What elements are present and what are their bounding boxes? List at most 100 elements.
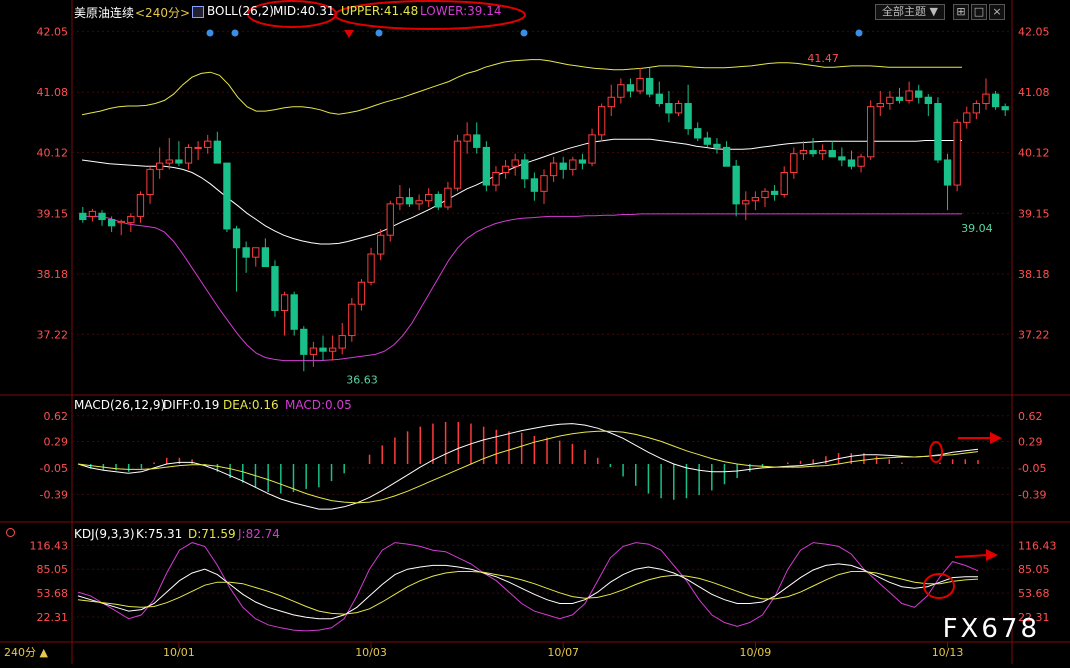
theme-dropdown[interactable]: 全部主题 ▼ [875,4,945,20]
candle-body [549,162,558,177]
candle-body [396,197,404,205]
macd-name: MACD(26,12,9) [74,398,166,412]
candle-body [924,96,933,105]
kdj-d: D:71.59 [188,527,236,541]
kdj-y-tick-left: 22.31 [37,611,69,624]
macd-dea: DEA:0.16 [223,398,279,412]
candle-body [328,347,337,352]
signal-dot [206,29,214,37]
candle-body [713,143,721,148]
candle-body [175,159,183,164]
candle-body [876,103,884,108]
candle-body [828,150,836,158]
x-tick-label: 10/03 [355,646,387,659]
candle-body [780,172,788,195]
price-annotation: 36.63 [346,373,378,386]
lower-value: LOWER:39.14 [420,4,502,18]
candle-body [127,215,135,224]
price-y-tick-right: 41.08 [1018,86,1050,99]
candle-body [357,281,366,305]
candle-body [934,103,942,161]
candle-body [790,153,798,174]
minimize-icon[interactable]: □ [971,4,987,20]
period-selector[interactable]: 240分 ▲ [4,644,48,660]
candle-body [588,134,596,164]
candle-body [242,247,250,258]
kdj-y-tick-right: 116.43 [1018,539,1057,552]
candle-body [473,134,481,148]
candle-body [915,90,923,98]
candle-body [972,103,981,114]
price-y-tick-right: 37.22 [1018,328,1050,341]
price-annotation: 39.04 [961,222,993,235]
candle-body [655,93,663,105]
candle-body [569,159,577,170]
chart-svg[interactable]: 42.05 42.05 41.08 41.08 40.12 40.12 39.15 39.15… [0,0,1070,664]
upper-value: UPPER:41.48 [341,4,419,18]
price-y-tick-left: 42.05 [37,25,69,38]
candle-body [665,103,673,114]
candle-body [107,219,116,227]
signal-marker [344,30,354,38]
price-y-tick-left: 40.12 [37,146,69,159]
candle-body [684,103,692,130]
x-tick-label: 10/07 [547,646,579,659]
kdj-y-tick-right: 85.05 [1018,563,1050,576]
candle-body [88,210,97,217]
candle-body [886,96,894,105]
candle-body [674,103,683,114]
watermark-logo: FX678 [942,614,1040,644]
candle-body [482,146,491,186]
candle-body [530,178,539,192]
candle-body [415,200,423,205]
macd-y-tick-right: 0.62 [1018,410,1043,423]
settings-icon[interactable] [6,528,15,537]
candle-body [501,165,510,174]
price-y-tick-right: 42.05 [1018,25,1050,38]
candle-body [847,159,856,167]
candle-body [857,156,865,167]
candle-body [646,77,654,95]
price-y-tick-right: 40.12 [1018,146,1050,159]
candle-body [953,121,961,186]
candle-body [559,162,567,170]
candle-body [761,190,769,199]
candle-body [300,328,308,355]
candle-body [895,96,904,101]
signal-dot [855,29,863,37]
candle-body [1001,106,1009,111]
candle-body [405,197,414,205]
close-icon[interactable]: × [989,4,1005,20]
price-y-tick-right: 39.15 [1018,207,1050,220]
kdj-j-line [77,542,979,632]
macd-y-tick-left: -0.05 [40,462,68,475]
candle-body [290,294,298,330]
candle-body [232,228,241,249]
candle-body [463,134,471,142]
candle-body [838,156,846,161]
arrow-head-icon [990,432,1002,444]
candle-body [540,175,548,192]
candle-body [184,146,193,164]
candle-body [732,165,740,205]
candle-body [223,162,231,230]
boll-lower-line [82,213,962,362]
candle-body [963,112,971,123]
candle-body [751,197,760,202]
candle-body [511,159,519,167]
candle-body [155,162,164,170]
candle-body [136,193,145,217]
candle-body [425,193,433,202]
candle-body [165,159,173,164]
candle-body [809,150,817,155]
price-y-tick-left: 41.08 [37,86,69,99]
boll-upper-line [81,59,962,116]
layout-icon[interactable]: ⊞ [953,4,969,20]
candle-body [98,212,106,221]
candle-body [578,159,587,164]
candle-body [261,247,270,268]
candle-body [770,190,779,195]
x-tick-label: 10/01 [163,646,195,659]
candle-body [521,159,529,180]
kdj-y-tick-left: 116.43 [30,539,69,552]
